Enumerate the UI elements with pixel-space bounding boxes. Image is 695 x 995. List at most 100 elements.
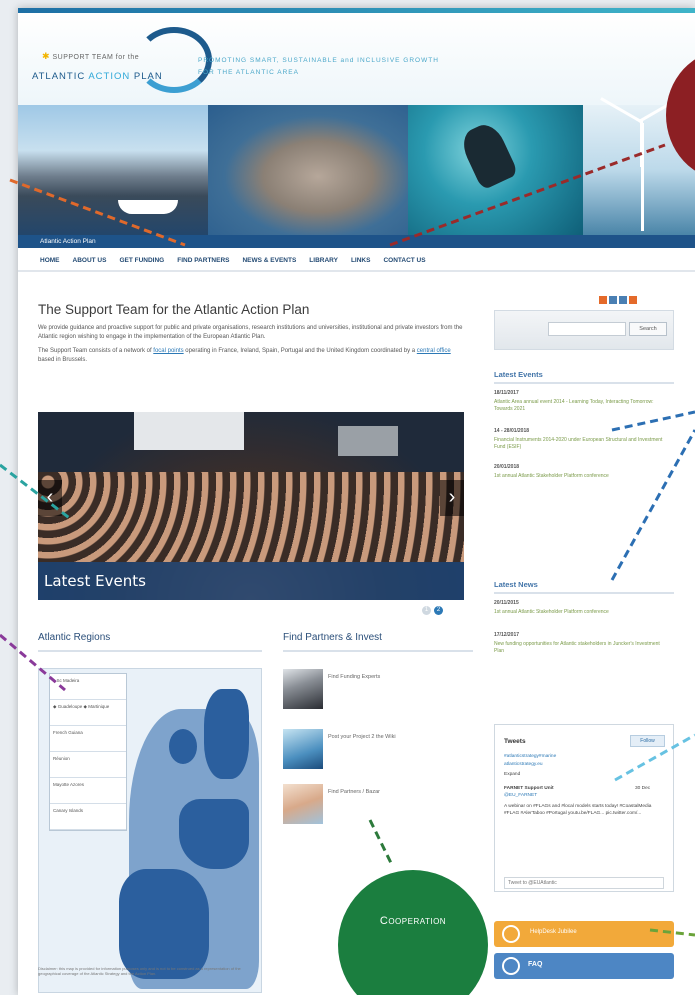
diver-photo [408,105,583,235]
faq-label: FAQ [528,961,543,968]
slider-dot-1[interactable]: 1 [422,606,431,615]
breadcrumb[interactable]: Atlantic Action Plan [18,235,695,248]
atlantic-regions-map[interactable]: ▸ Sc Madeira ◆ Guadeloupe ◆ Martinique F… [38,668,262,993]
event-item[interactable]: 20/01/2018 1st annual Atlantic Stakeholde… [494,464,664,480]
legend-item[interactable]: ◆ Guadeloupe ◆ Martinique [50,700,126,726]
regions-title: Atlantic Regions [38,632,111,643]
partners-bazar-thumbnail[interactable] [283,784,323,824]
tweet-expand[interactable]: Expand [504,771,664,778]
helpdesk-button[interactable]: HelpDesk Jubilee [494,921,674,947]
event-item[interactable]: 14 - 28/01/2018 Financial Instruments 201… [494,428,664,451]
focal-points-link[interactable]: focal points [153,348,183,354]
logo-word-plan: PLAN [130,71,163,82]
find-partners-bazar-link[interactable]: Find Partners / Bazar [328,789,380,795]
nav-home[interactable]: HOME [40,257,60,270]
share-icons [599,296,637,304]
slider-pager: 1 2 [422,606,443,615]
tweet-body: A webinar on #FLAGs and #local models st… [504,804,652,816]
tweet-link[interactable]: atlanticstrategy.eu [504,761,664,768]
search-button[interactable]: Search [629,322,667,336]
event-date: 20/01/2018 [494,464,520,470]
central-office-link[interactable]: central office [417,348,451,354]
events-slider[interactable]: ‹ › Latest Events [38,412,464,600]
follow-button[interactable]: Follow [630,735,665,747]
logo-top-text: SUPPORT TEAM for the [52,54,140,61]
audience-photo [38,472,464,562]
logo-title[interactable]: ATLANTIC ACTION PLAN [32,71,163,82]
slider-next-button[interactable]: › [440,480,464,516]
turbine-blade [640,119,643,167]
latest-news-title[interactable]: Latest News [494,580,538,589]
nav-get-funding[interactable]: GET FUNDING [119,257,164,270]
partners-title: Find Partners & Invest [283,632,382,643]
intro-paragraph-2: The Support Team consists of a network o… [38,347,468,364]
legend-item[interactable]: Canary Islands [50,804,126,830]
project-wiki-thumbnail[interactable] [283,729,323,769]
helpdesk-label: HelpDesk Jubilee [530,929,577,935]
tweets-title: Tweets [504,738,526,745]
find-funding-experts-link[interactable]: Find Funding Experts [328,674,380,680]
legend-item[interactable]: ▸ Sc Madeira [50,674,126,700]
rss-icon[interactable] [629,296,637,304]
helpdesk-icon [502,925,520,943]
event-text: Financial Instruments 2014-2020 under Eu… [494,437,663,450]
nav-news-events[interactable]: NEWS & EVENTS [242,257,296,270]
aerial-city-photo [208,105,408,235]
twitter-widget: Tweets Follow #atlanticstrategy#marine a… [494,724,674,892]
main-navigation: HOME ABOUT US GET FUNDING FIND PARTNERS … [18,248,695,272]
intro-text-part: based in Brussels. [38,356,88,363]
boat-shape [118,200,178,214]
legend-item[interactable]: French Guiana [50,726,126,752]
event-text: 1st annual Atlantic Stakeholder Platform… [494,473,609,479]
latest-events-title[interactable]: Latest Events [494,370,543,379]
intro-text-part: operating in France, Ireland, Spain, Por… [183,348,417,354]
news-divider [494,592,674,594]
event-date: 14 - 28/01/2018 [494,428,530,434]
map-france [179,799,249,869]
nav-library[interactable]: LIBRARY [309,257,338,270]
slider-prev-button[interactable]: ‹ [38,480,62,516]
outermost-regions-legend: ▸ Sc Madeira ◆ Guadeloupe ◆ Martinique F… [49,673,127,831]
news-item[interactable]: 17/12/2017 New funding opportunities for … [494,632,664,655]
nav-contact-us[interactable]: CONTACT US [383,257,425,270]
news-date: 17/12/2017 [494,632,520,638]
map-iberia [119,869,209,979]
logo-word-action: ACTION [88,71,131,82]
event-text: Atlantic Area annual event 2014 - Learni… [494,399,654,412]
question-icon [502,957,520,975]
legend-item[interactable]: Mayotte Azores [50,778,126,804]
regions-divider [38,650,262,652]
nav-find-partners[interactable]: FIND PARTNERS [177,257,229,270]
tweet-time: 30 Dec [635,786,651,791]
logo-subtitle[interactable]: ✱ SUPPORT TEAM for the [42,51,139,62]
tweet-handle[interactable]: @EU_FARNET [504,792,664,799]
header-image-strip [18,96,695,235]
nav-links[interactable]: LINKS [351,257,371,270]
search-box: Search [494,310,674,350]
print-icon[interactable] [609,296,617,304]
pdf-icon[interactable] [599,296,607,304]
news-text: New funding opportunities for Atlantic s… [494,641,660,654]
legend-item[interactable]: Réunion [50,752,126,778]
faq-button[interactable]: FAQ [494,953,674,979]
event-item[interactable]: 18/11/2017 Atlantic Area annual event 201… [494,390,664,413]
post-project-link[interactable]: Post your Project 2 the Wiki [328,734,398,740]
tweet-compose-input[interactable]: Tweet to @EUAtlantic [504,877,664,889]
intro-text-part: The Support Team consists of a network o… [38,348,154,354]
news-item[interactable]: 20/11/2015 1st annual Atlantic Stakeholde… [494,600,664,616]
star-icon: ✱ [42,51,51,61]
map-disclaimer: Disclaimer: this map is provided for inf… [38,966,241,976]
slider-dot-2[interactable]: 2 [434,606,443,615]
harbour-photo [18,105,208,235]
slider-caption[interactable]: Latest Events [38,562,464,600]
intro-text: We provide guidance and proactive suppor… [38,324,468,370]
funding-experts-thumbnail[interactable] [283,669,323,709]
projection-screen [134,412,244,450]
logo-word-atlantic: ATLANTIC [32,71,89,82]
email-icon[interactable] [619,296,627,304]
tweet-hashtag[interactable]: #atlanticstrategy#marine [504,753,664,760]
nav-about-us[interactable]: ABOUT US [73,257,107,270]
search-input[interactable] [548,322,626,336]
map-ireland [169,729,197,764]
site-header: ✱ SUPPORT TEAM for the ATLANTIC ACTION P… [18,13,695,105]
